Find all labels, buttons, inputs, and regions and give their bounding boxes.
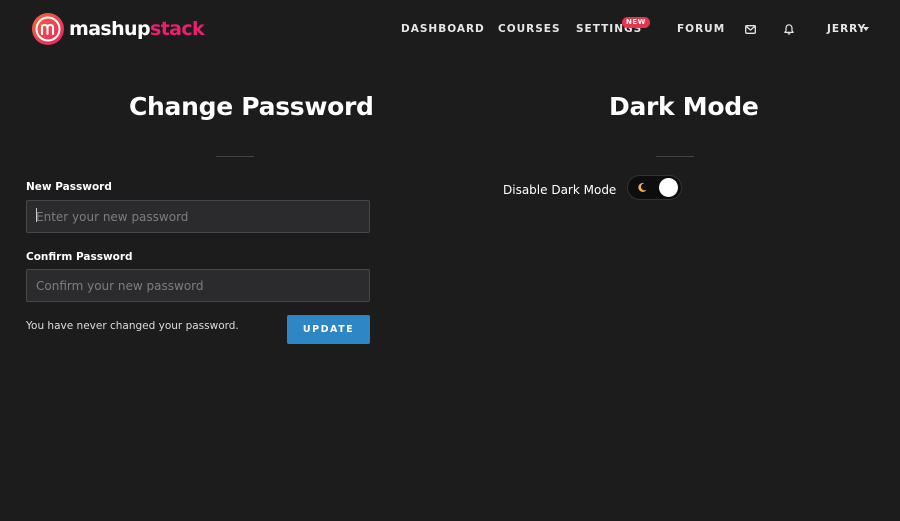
bell-icon[interactable]: [784, 24, 794, 35]
text-cursor: [36, 208, 37, 222]
nav-dashboard[interactable]: DASHBOARD: [401, 23, 485, 35]
toggle-knob: [659, 178, 678, 197]
dark-mode-toggle[interactable]: [627, 175, 682, 200]
logo-mark-icon: [32, 13, 64, 45]
password-title-divider: [216, 156, 254, 157]
logo-text: mashupstack: [69, 17, 205, 40]
nav-courses[interactable]: COURSES: [498, 23, 561, 35]
mail-icon[interactable]: [745, 25, 756, 34]
new-password-input[interactable]: [26, 200, 370, 233]
dark-mode-section-title: Dark Mode: [609, 92, 759, 121]
confirm-password-label: Confirm Password: [26, 251, 133, 263]
nav-forum[interactable]: FORUM: [677, 23, 725, 35]
confirm-password-input[interactable]: [26, 269, 370, 302]
nav-user-menu[interactable]: JERRY: [827, 23, 866, 35]
update-button[interactable]: UPDATE: [287, 315, 370, 344]
logo-word-stack: stack: [149, 17, 205, 40]
password-section-title: Change Password: [129, 92, 374, 121]
moon-icon: [638, 182, 647, 192]
new-password-label: New Password: [26, 181, 112, 193]
dark-mode-title-divider: [656, 156, 694, 157]
password-change-note: You have never changed your password.: [26, 320, 239, 332]
dark-mode-toggle-label: Disable Dark Mode: [503, 183, 617, 197]
logo-word-mashup: mashup: [69, 17, 151, 40]
new-badge: NEW: [622, 17, 650, 28]
chevron-down-icon[interactable]: [863, 27, 869, 31]
logo[interactable]: mashupstack: [31, 12, 205, 46]
